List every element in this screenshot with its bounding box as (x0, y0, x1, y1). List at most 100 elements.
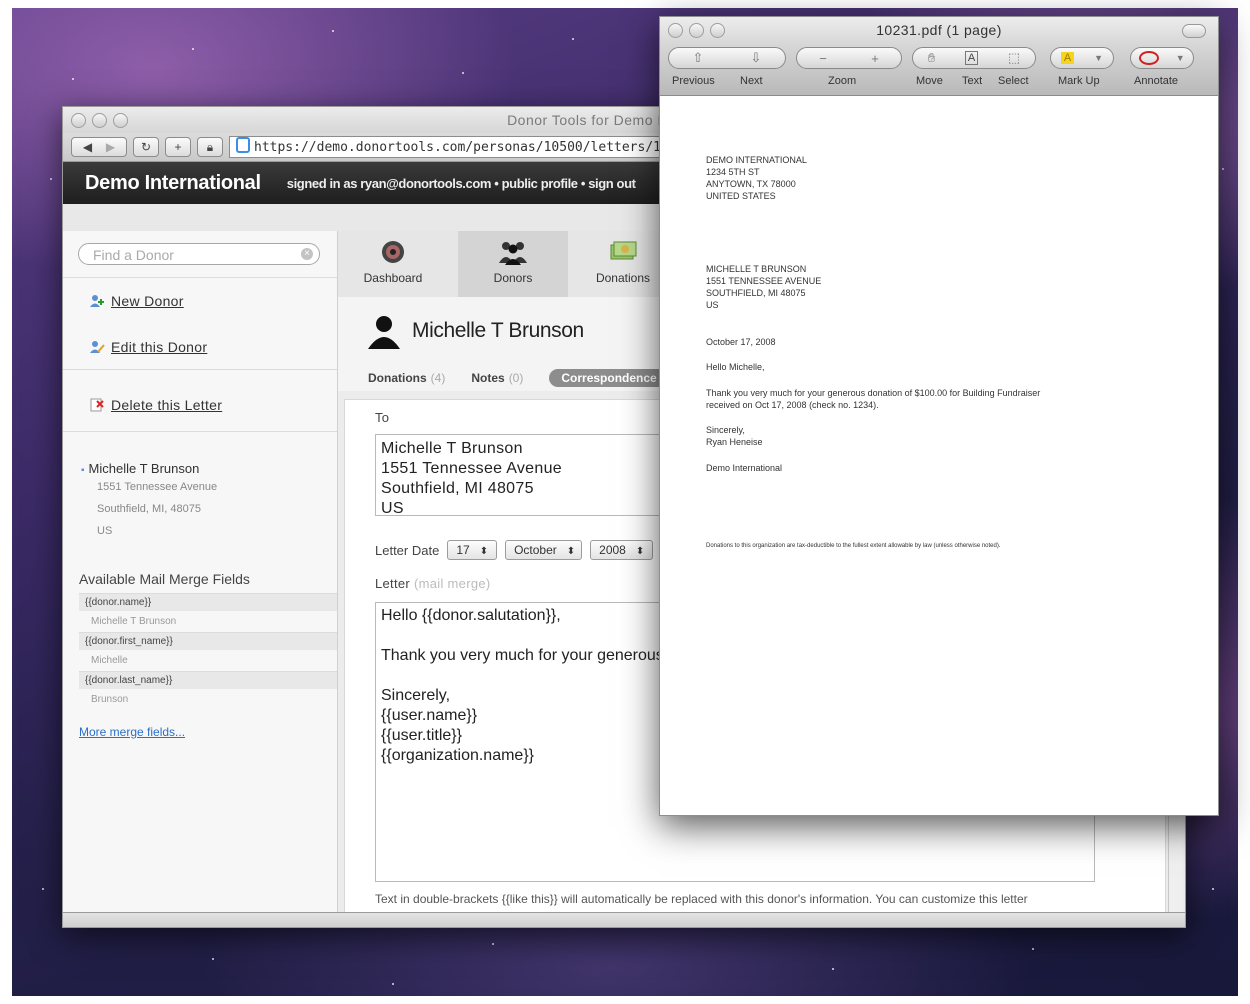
close-window-button[interactable] (668, 23, 683, 38)
minimize-window-button[interactable] (92, 113, 107, 128)
letter-date: October 17, 2008 (706, 337, 776, 347)
sidebar: Find a Donor × New Donor Edit this Donor… (63, 231, 338, 913)
divider (63, 277, 337, 278)
sender-address: DEMO INTERNATIONAL 1234 5TH ST ANYTOWN, … (706, 155, 807, 201)
preview-toolbar: ⇧ ⇩ Previous Next − + Zoom ✋︎ A ⬚ Move Text … (660, 43, 1218, 96)
close-window-button[interactable] (71, 113, 86, 128)
donor-city: Southfield, MI, 48075 (97, 503, 201, 515)
prev-next-group: ⇧ ⇩ (668, 47, 786, 69)
people-icon (499, 242, 527, 265)
merge-fields-title: Available Mail Merge Fields (79, 571, 250, 587)
markup-button[interactable]: A ▼ (1050, 47, 1114, 69)
letter-org: Demo International (706, 463, 783, 473)
nav-tab-dashboard[interactable]: Dashboard (338, 231, 448, 297)
letter-greeting: Hello Michelle, (706, 362, 765, 372)
merge-field-value: Michelle (91, 655, 128, 666)
subtab-donations[interactable]: Donations (4) (368, 371, 445, 385)
search-input[interactable]: Find a Donor (93, 247, 174, 263)
money-icon (610, 241, 637, 260)
merge-field-name: {{donor.last_name}} (79, 671, 337, 689)
annotate-button[interactable]: ▼ (1130, 47, 1194, 69)
window-controls (71, 113, 128, 128)
window-controls (668, 23, 725, 38)
to-label: To (375, 410, 390, 425)
date-day-select[interactable]: 17 (447, 540, 498, 560)
divider (63, 369, 337, 370)
dashboard-icon (382, 241, 404, 263)
divider (63, 431, 337, 432)
site-title[interactable]: Demo International (85, 172, 261, 195)
chevron-down-icon: ▼ (1094, 53, 1104, 63)
delete-letter-link[interactable]: Delete this Letter (89, 397, 222, 413)
plus-icon: + (174, 140, 182, 154)
markup-label: Mark Up (1058, 75, 1100, 87)
chevron-down-icon: ▼ (1175, 53, 1185, 63)
hand-icon[interactable]: ✋︎ (928, 50, 935, 66)
zoom-window-button[interactable] (710, 23, 725, 38)
help-text: Text in double-brackets {{like this}} wi… (375, 892, 1028, 906)
clear-search-icon[interactable]: × (301, 248, 313, 260)
annotate-label: Annotate (1134, 75, 1179, 87)
date-month-select[interactable]: October (505, 540, 583, 560)
zoom-label: Zoom (828, 75, 857, 87)
toolbar-toggle-button[interactable] (1182, 24, 1206, 38)
letter-body: Thank you very much for your generous do… (706, 388, 1041, 410)
preview-title: 10231.pdf (1 page) (876, 22, 1002, 38)
edit-donor-link[interactable]: Edit this Donor (89, 339, 207, 355)
forward-icon[interactable]: ▶ (106, 140, 115, 154)
letter-date-label: Letter Date (375, 542, 440, 558)
zoom-in-icon[interactable]: + (871, 51, 879, 66)
account-links[interactable]: signed in as ryan@donortools.com • publi… (287, 176, 636, 191)
move-label: Move (916, 75, 943, 87)
donor-name[interactable]: ▪ Michelle T Brunson (81, 461, 217, 476)
preview-window: 10231.pdf (1 page) ⇧ ⇩ Previous Next − + Z… (659, 16, 1219, 816)
url-text: https://demo.donortools.com/personas/105… (254, 140, 693, 155)
donor-country: US (97, 525, 113, 537)
merge-fields-list: {{donor.name}} Michelle T Brunson {{dono… (79, 593, 337, 710)
subtab-correspondence[interactable]: Correspondence (549, 369, 669, 387)
zoom-group: − + (796, 47, 902, 69)
back-forward-buttons[interactable]: ◀ ▶ (71, 137, 127, 157)
find-donor-search[interactable]: Find a Donor × (78, 243, 320, 265)
select-label: Select (998, 75, 1029, 87)
new-donor-link[interactable]: New Donor (89, 293, 184, 309)
tax-footer: Donations to this organization are tax-d… (706, 543, 1001, 549)
delete-document-icon (90, 398, 104, 412)
letter-label: Letter (mail merge) (375, 576, 491, 591)
reload-button[interactable]: ↻ (133, 137, 159, 157)
lock-icon: 🔒︎ (206, 139, 214, 154)
secure-lock-button[interactable]: 🔒︎ (197, 137, 223, 157)
vcard-icon: ▪ (81, 465, 85, 476)
back-icon[interactable]: ◀ (83, 140, 92, 154)
highlight-icon: A (1060, 52, 1075, 64)
letter-date-row: Letter Date 17 October 2008 (375, 540, 654, 560)
profile-subtabs: Donations (4) Notes (0) Correspondence (368, 369, 669, 387)
text-label: Text (962, 75, 983, 87)
add-bookmark-button[interactable]: + (165, 137, 191, 157)
merge-field-value: Brunson (91, 694, 129, 705)
arrow-up-icon[interactable]: ⇧ (693, 50, 704, 66)
subtab-notes[interactable]: Notes (0) (471, 371, 523, 385)
next-label: Next (740, 75, 763, 87)
donor-card: ▪ Michelle T Brunson 1551 Tennessee Avenu… (81, 461, 217, 542)
minimize-window-button[interactable] (689, 23, 704, 38)
favicon-icon (236, 137, 250, 153)
add-person-icon (90, 295, 104, 307)
nav-tab-donors[interactable]: Donors (458, 231, 568, 297)
text-select-icon[interactable]: A (964, 51, 979, 65)
marquee-select-icon[interactable]: ⬚ (1008, 50, 1020, 66)
donor-title: Michelle T Brunson (412, 319, 584, 342)
reload-icon: ↻ (140, 140, 152, 154)
status-bar (63, 912, 1185, 927)
more-merge-fields-link[interactable]: More merge fields... (79, 725, 185, 739)
arrow-down-icon[interactable]: ⇩ (751, 50, 762, 66)
recipient-address: MICHELLE T BRUNSON 1551 TENNESSEE AVENUE… (706, 264, 822, 310)
tool-group: ✋︎ A ⬚ (912, 47, 1036, 69)
person-icon (368, 316, 400, 349)
merge-field-name: {{donor.name}} (79, 593, 337, 611)
preview-titlebar: 10231.pdf (1 page) (660, 17, 1218, 43)
date-year-select[interactable]: 2008 (590, 540, 654, 560)
zoom-window-button[interactable] (113, 113, 128, 128)
zoom-out-icon[interactable]: − (819, 51, 827, 66)
merge-field-value: Michelle T Brunson (91, 616, 177, 627)
